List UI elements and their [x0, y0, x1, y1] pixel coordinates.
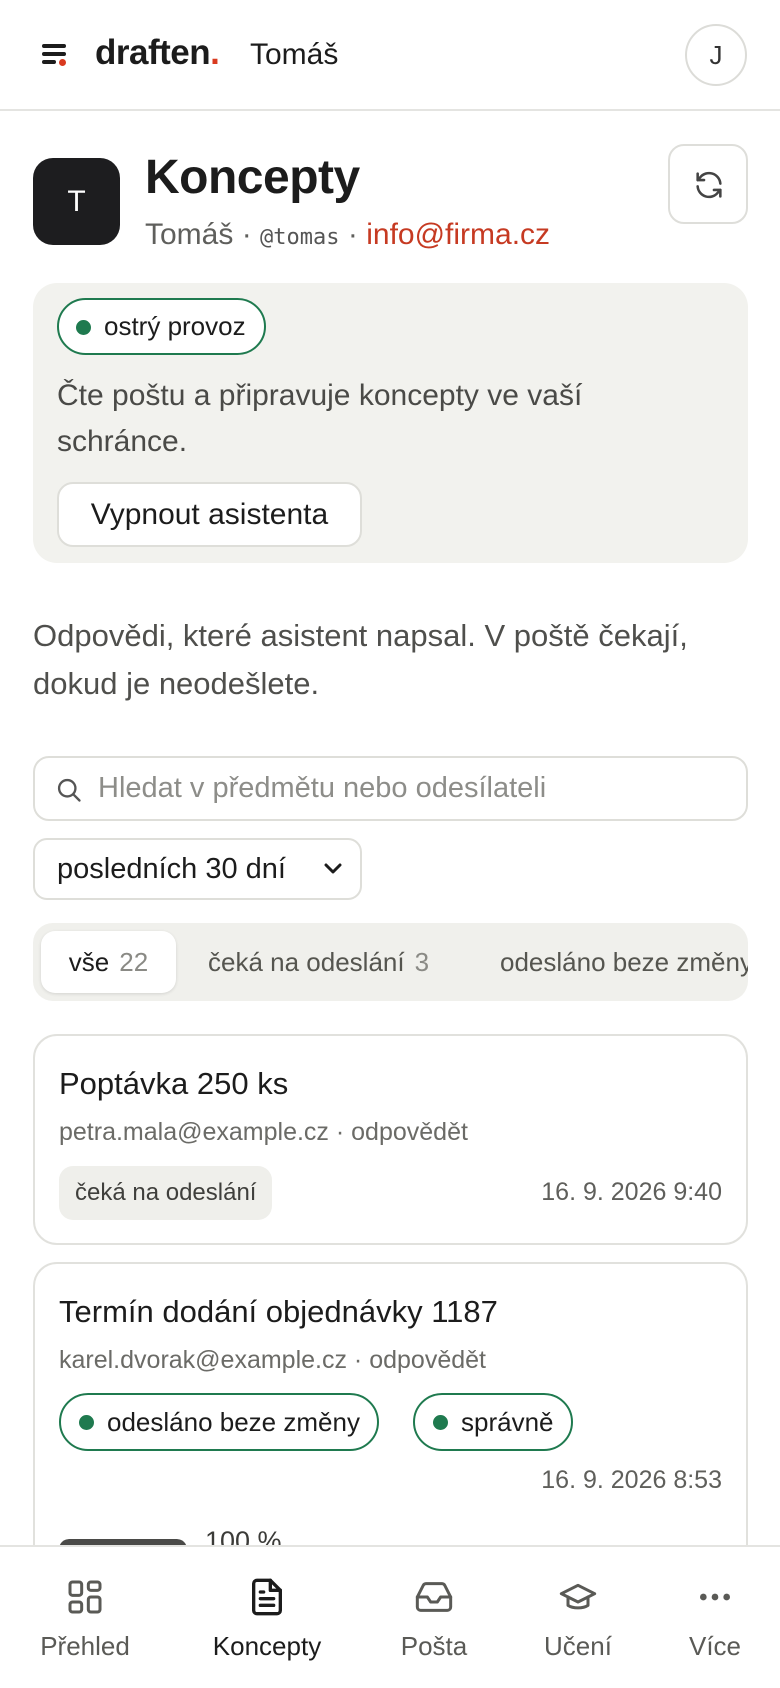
search-icon	[57, 778, 81, 802]
draft-subject: Poptávka 250 ks	[59, 1066, 289, 1101]
separator: ·	[241, 218, 252, 251]
refresh-icon	[696, 171, 722, 199]
date-range-select[interactable]: posledních 30 dní	[33, 838, 362, 900]
tab-count: 22	[119, 947, 149, 977]
account-avatar[interactable]: J	[685, 24, 747, 86]
draft-meta: petra.mala@example.cz · odpovědět	[59, 1118, 468, 1146]
workspace-user-name[interactable]: Tomáš	[250, 38, 338, 72]
live-status-label: ostrý provoz	[104, 311, 246, 341]
intro-text: Odpovědi, které asistent napsal. V poště…	[33, 618, 688, 701]
document-icon	[252, 1578, 282, 1616]
graduation-cap-icon	[559, 1583, 597, 1610]
chevron-down-icon	[324, 863, 342, 874]
draft-status-badge: čeká na odeslání	[59, 1166, 273, 1220]
top-bar: draften. Tomáš J	[0, 0, 780, 111]
search-box	[33, 756, 748, 821]
tab-label: čeká na odeslání	[208, 947, 405, 977]
draft-subject: Termín dodání objednávky 1187	[59, 1294, 498, 1329]
status-description: Čte poštu a připravuje koncepty ve vaší …	[57, 379, 583, 458]
nav-item-drafts[interactable]: Koncepty	[189, 1547, 345, 1688]
user-name: Tomáš	[145, 218, 234, 251]
draft-status-label: odesláno beze změny	[107, 1407, 360, 1437]
status-dot-icon	[79, 1415, 94, 1430]
status-dot-icon	[433, 1415, 448, 1430]
tab-label: vše	[68, 947, 110, 977]
assistant-status-card: ostrý provoz Čte poštu a připravuje konc…	[33, 283, 748, 563]
tab-count: 3	[414, 947, 430, 977]
tab-all[interactable]: vše 22	[41, 931, 176, 993]
nav-item-learning[interactable]: Učení	[500, 1547, 656, 1688]
user-avatar: T	[33, 158, 120, 245]
draft-date: 16. 9. 2026 9:40	[541, 1178, 722, 1206]
tab-awaiting-send[interactable]: čeká na odeslání 3	[208, 931, 429, 993]
logo-dot: .	[210, 33, 220, 72]
separator: ·	[347, 218, 358, 251]
draft-meta: karel.dvorak@example.cz · odpovědět	[59, 1346, 486, 1374]
bottom-navigation: Přehled Koncepty Pošta Učení Více	[0, 1545, 780, 1688]
user-email: info@firma.cz	[366, 218, 551, 251]
disable-assistant-button[interactable]: Vypnout asistenta	[57, 482, 362, 547]
nav-item-mail[interactable]: Pošta	[356, 1547, 512, 1688]
user-handle: @tomas	[260, 225, 340, 250]
status-tabs: vše 22 čeká na odeslání 3 odesláno beze zm…	[33, 923, 748, 1001]
app-logo[interactable]: draften.	[95, 33, 220, 73]
nav-label: Přehled	[40, 1631, 130, 1661]
draft-status-badge: odesláno beze změny	[59, 1393, 379, 1451]
nav-item-overview[interactable]: Přehled	[7, 1547, 163, 1688]
inbox-icon	[415, 1582, 453, 1612]
nav-label: Učení	[544, 1631, 612, 1661]
draft-verdict-label: správně	[461, 1407, 554, 1437]
page-title: Koncepty	[145, 151, 360, 204]
nav-label: Koncepty	[212, 1631, 322, 1661]
more-dots-icon	[700, 1593, 730, 1601]
user-subline: Tomáš · @tomas · info@firma.cz	[145, 218, 550, 252]
draft-card[interactable]: Poptávka 250 ks petra.mala@example.cz · …	[33, 1034, 748, 1245]
tab-label: odesláno beze změny	[500, 947, 748, 977]
menu-icon[interactable]	[38, 41, 72, 71]
status-dot-icon	[76, 320, 91, 335]
dashboard-icon	[68, 1580, 102, 1614]
date-range-value: posledních 30 dní	[57, 853, 286, 885]
live-status-badge: ostrý provoz	[57, 298, 266, 355]
refresh-button[interactable]	[668, 144, 748, 224]
nav-label: Více	[688, 1631, 742, 1661]
tab-sent-unchanged[interactable]: odesláno beze změny	[500, 931, 748, 993]
logo-text: draften	[95, 33, 211, 72]
nav-label: Pošta	[400, 1631, 468, 1661]
search-input[interactable]	[98, 766, 728, 811]
draft-verdict-badge: správně	[413, 1393, 573, 1451]
draft-date: 16. 9. 2026 8:53	[541, 1466, 722, 1494]
nav-item-more[interactable]: Více	[637, 1547, 780, 1688]
